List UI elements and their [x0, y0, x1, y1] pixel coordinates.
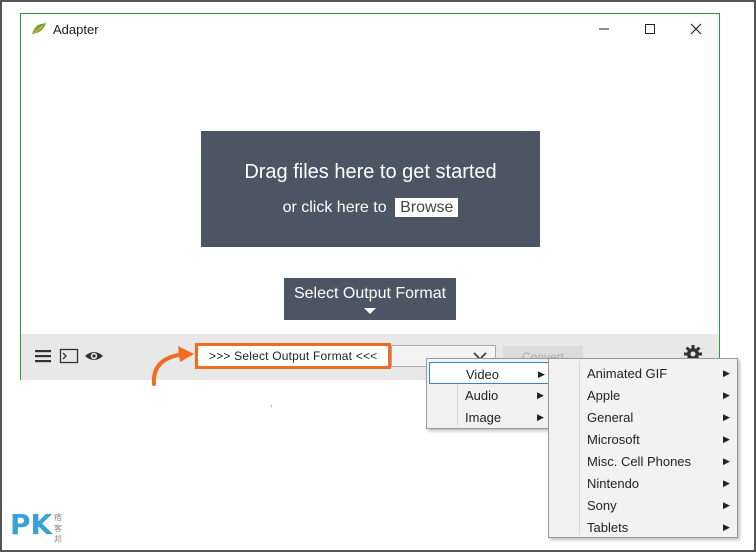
submenu-arrow-icon: ▶: [723, 456, 730, 466]
drop-zone-title: Drag files here to get started: [244, 161, 497, 183]
eye-icon[interactable]: [84, 347, 104, 365]
submenu-item-animated-gif[interactable]: Animated GIF ▶: [551, 362, 735, 384]
menu-item-image[interactable]: Image ▶: [429, 406, 549, 428]
submenu-arrow-icon: ▶: [723, 390, 730, 400]
menu-item-label: Nintendo: [587, 476, 640, 491]
submenu-item-misc-cell-phones[interactable]: Misc. Cell Phones ▶: [551, 450, 735, 472]
submenu-arrow-icon: ▶: [723, 478, 730, 488]
submenu-item-apple[interactable]: Apple ▶: [551, 384, 735, 406]
select-output-format-label: Select Output Format: [293, 285, 447, 302]
menu-item-label: Tablets: [587, 520, 629, 535]
menu-item-label: Sony: [587, 498, 617, 513]
menu-item-label: Image: [465, 410, 502, 425]
menu-item-label: General: [587, 410, 634, 425]
submenu-item-nintendo[interactable]: Nintendo ▶: [551, 472, 735, 494]
drop-zone-subtitle: or click here to Browse: [201, 198, 540, 217]
menu-item-label: Audio: [465, 388, 499, 403]
submenu-item-tablets[interactable]: Tablets ▶: [551, 516, 735, 538]
menu-item-video[interactable]: Video ▶: [429, 362, 549, 384]
menu-item-label: Video: [466, 367, 500, 382]
menu-item-label: Apple: [587, 388, 621, 403]
submenu-item-sony[interactable]: Sony ▶: [551, 494, 735, 516]
close-button[interactable]: [673, 14, 719, 44]
submenu-arrow-icon: ▶: [723, 434, 730, 444]
submenu-arrow-icon: ▶: [723, 522, 730, 532]
select-output-format-button[interactable]: Select Output Format: [284, 278, 456, 320]
drop-zone[interactable]: Drag files here to get started or click …: [201, 131, 540, 247]
submenu-arrow-icon: ▶: [537, 412, 544, 422]
output-format-select[interactable]: >>> Select Output Format <<<: [195, 343, 391, 369]
caret-down-icon: [364, 308, 376, 314]
app-window: Adapter Drag files here to get started o…: [20, 13, 720, 380]
maximize-button[interactable]: [627, 14, 673, 44]
app-icon: [32, 23, 46, 35]
format-category-menu: Video ▶ Audio ▶ Image ▶: [426, 358, 552, 429]
terminal-icon[interactable]: [59, 347, 79, 365]
submenu-arrow-icon: ▶: [538, 369, 545, 379]
video-format-submenu: Animated GIF ▶ Apple ▶ General ▶ Microso…: [548, 358, 738, 538]
submenu-arrow-icon: ▶: [723, 412, 730, 422]
menu-item-label: Animated GIF: [587, 366, 668, 381]
submenu-arrow-icon: ▶: [723, 368, 730, 378]
menu-item-label: Microsoft: [587, 432, 640, 447]
drop-zone-sub-text: or click here to: [282, 199, 387, 216]
submenu-arrow-icon: ▶: [537, 390, 544, 400]
submenu-item-general[interactable]: General ▶: [551, 406, 735, 428]
minimize-button[interactable]: [581, 14, 627, 44]
menu-icon[interactable]: [33, 347, 53, 365]
menu-item-label: Misc. Cell Phones: [587, 454, 692, 469]
maximize-icon: [645, 24, 655, 34]
minimize-icon: [599, 28, 609, 30]
watermark-sub: 痞客邦: [54, 513, 62, 544]
submenu-arrow-icon: ▶: [723, 500, 730, 510]
close-icon: [690, 23, 702, 35]
watermark-pk: PK: [10, 508, 53, 541]
menu-item-audio[interactable]: Audio ▶: [429, 384, 549, 406]
browse-button[interactable]: Browse: [395, 198, 459, 217]
window-title: Adapter: [53, 22, 99, 37]
title-bar[interactable]: Adapter: [21, 14, 719, 44]
submenu-item-microsoft[interactable]: Microsoft ▶: [551, 428, 735, 450]
annotation-text: 設定要轉換的格式: [47, 389, 336, 431]
